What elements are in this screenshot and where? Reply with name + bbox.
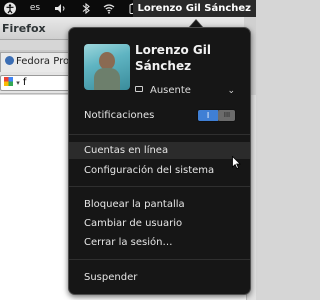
avatar-body (94, 68, 120, 90)
menu-item-system-settings[interactable]: Configuración del sistema (84, 165, 214, 176)
keyboard-layout[interactable]: es (28, 0, 42, 17)
user-name: Lorenzo Gil Sánchez (135, 43, 211, 73)
separator (69, 259, 250, 260)
notifications-toggle[interactable]: I III (197, 109, 236, 122)
status-label: Ausente (150, 85, 191, 96)
separator (69, 186, 250, 187)
toggle-knob: III (218, 110, 235, 121)
toggle-on-label: I (198, 110, 218, 121)
chat-status-icon (135, 86, 143, 92)
google-icon (4, 77, 13, 86)
status-selector[interactable]: Ausente ⌄ (135, 84, 243, 98)
accessibility-icon[interactable] (2, 0, 18, 17)
avatar[interactable] (84, 44, 130, 90)
top-panel: es Lorenzo Gil Sánchez (0, 0, 256, 17)
menu-item-suspend[interactable]: Suspender (84, 272, 137, 283)
menu-item-online-accounts[interactable]: Cuentas en línea (69, 142, 250, 159)
window-title: Firefox (2, 22, 46, 35)
dropdown-arrow-icon: ▾ (16, 79, 20, 87)
separator (69, 134, 250, 135)
mouse-pointer-icon (232, 154, 242, 173)
volume-icon[interactable] (53, 0, 67, 17)
url-bar[interactable]: ▾ f (0, 75, 72, 91)
chevron-down-icon: ⌄ (227, 86, 235, 96)
wifi-icon[interactable] (102, 0, 116, 17)
url-text: f (22, 77, 27, 88)
notifications-label: Notificaciones (84, 110, 155, 121)
user-menu: Lorenzo Gil Sánchez Ausente ⌄ Notificaci… (68, 27, 251, 295)
bluetooth-icon[interactable] (80, 0, 92, 17)
user-menu-button[interactable]: Lorenzo Gil Sánchez (133, 0, 256, 17)
menu-item-log-out[interactable]: Cerrar la sesión… (84, 237, 173, 248)
menu-item-lock-screen[interactable]: Bloquear la pantalla (84, 199, 185, 210)
fedora-favicon-icon (5, 56, 14, 65)
menu-item-switch-user[interactable]: Cambiar de usuario (84, 218, 182, 229)
